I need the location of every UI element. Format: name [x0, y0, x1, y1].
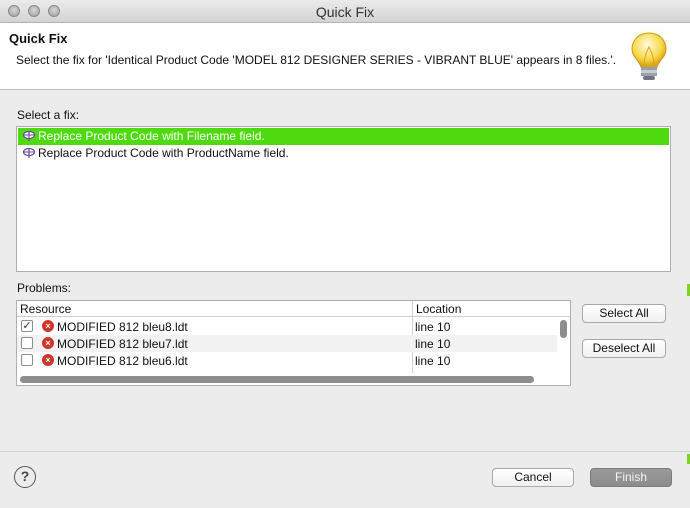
resource-location: line 10 [415, 354, 451, 368]
fix-item-label: Replace Product Code with ProductName fi… [38, 146, 289, 160]
quickfix-icon [22, 130, 36, 141]
column-header-resource[interactable]: Resource [17, 301, 413, 317]
fix-item-filename[interactable]: Replace Product Code with Filename field… [18, 128, 669, 145]
resource-name: MODIFIED 812 bleu7.ldt [57, 337, 188, 351]
table-row[interactable]: × MODIFIED 812 bleu6.ldt line 10 [17, 352, 557, 369]
row-checkbox[interactable]: ✓ [21, 320, 33, 332]
finish-button[interactable]: Finish [590, 468, 672, 487]
resource-location: line 10 [415, 320, 451, 334]
divider [0, 451, 690, 452]
select-all-button[interactable]: Select All [582, 304, 666, 323]
horizontal-scroll-thumb[interactable] [20, 376, 534, 383]
quickfix-icon [22, 147, 36, 158]
column-header-location[interactable]: Location [413, 301, 570, 317]
problems-label: Problems: [17, 281, 72, 295]
deselect-all-button[interactable]: Deselect All [582, 339, 666, 358]
select-fix-label: Select a fix: [17, 108, 80, 122]
cancel-button[interactable]: Cancel [492, 468, 574, 487]
resource-location: line 10 [415, 337, 451, 351]
dialog-title: Quick Fix [9, 31, 68, 46]
row-checkbox[interactable] [21, 337, 33, 349]
error-icon: × [42, 354, 54, 366]
dialog-description: Select the fix for 'Identical Product Co… [16, 53, 617, 67]
row-checkbox[interactable] [21, 354, 33, 366]
error-icon: × [42, 320, 54, 332]
table-row[interactable]: ✓ × MODIFIED 812 bleu8.ldt line 10 [17, 318, 557, 335]
fix-list[interactable]: Replace Product Code with Filename field… [16, 126, 671, 272]
title-bar: Quick Fix [0, 0, 690, 23]
vertical-scroll-thumb[interactable] [560, 320, 567, 338]
table-row[interactable]: × MODIFIED 812 bleu7.ldt line 10 [17, 335, 557, 352]
resource-name: MODIFIED 812 bleu6.ldt [57, 354, 188, 368]
dialog-header: Quick Fix Select the fix for 'Identical … [0, 23, 690, 90]
lightbulb-icon [623, 27, 675, 80]
fix-item-productname[interactable]: Replace Product Code with ProductName fi… [18, 145, 669, 162]
error-icon: × [42, 337, 54, 349]
horizontal-scrollbar[interactable] [17, 373, 570, 385]
window-title: Quick Fix [315, 4, 375, 20]
problems-table[interactable]: Resource Location ✓ × MODIFIED 812 bleu8… [16, 300, 571, 386]
help-icon[interactable]: ? [14, 466, 36, 488]
vertical-scrollbar[interactable] [557, 318, 570, 373]
resource-name: MODIFIED 812 bleu8.ldt [57, 320, 188, 334]
fix-item-label: Replace Product Code with Filename field… [38, 129, 265, 143]
